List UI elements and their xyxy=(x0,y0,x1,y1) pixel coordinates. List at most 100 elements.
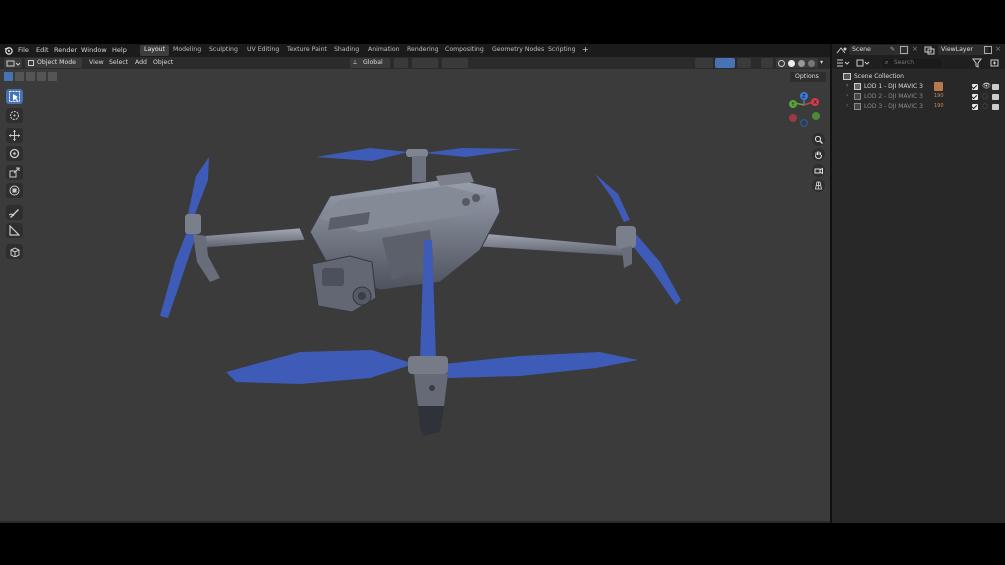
menu-view[interactable]: View xyxy=(89,59,104,66)
menu-edit[interactable]: Edit xyxy=(36,46,49,54)
pivot-point-button[interactable] xyxy=(394,58,408,68)
display-mode-button[interactable] xyxy=(856,58,870,68)
modifier-badge-icon xyxy=(934,82,943,91)
proportional-edit-button[interactable] xyxy=(442,58,468,68)
drone-model[interactable] xyxy=(140,140,700,440)
view-layer-name: ViewLayer xyxy=(941,46,973,53)
eye-icon[interactable]: 👁 xyxy=(982,82,991,90)
scene-collection-row[interactable]: Scene Collection xyxy=(836,72,1003,82)
render-camera-icon[interactable] xyxy=(992,104,999,110)
scene-header: Scene ✎ × ViewLayer × ⌕ Search xyxy=(832,44,1005,69)
wireframe-shading-icon[interactable] xyxy=(778,59,785,67)
mode-dropdown[interactable]: Object Mode xyxy=(25,58,82,68)
delete-view-layer-icon[interactable]: × xyxy=(995,45,1001,53)
solid-shading-icon[interactable] xyxy=(788,59,795,67)
exclude-checkbox[interactable] xyxy=(972,94,978,100)
expand-chevron-icon[interactable]: › xyxy=(846,102,848,109)
annotate-tool[interactable] xyxy=(6,205,23,220)
new-view-layer-button[interactable] xyxy=(984,46,992,54)
filter-icon[interactable] xyxy=(972,58,984,68)
outliner-panel xyxy=(832,69,1005,523)
add-cube-tool[interactable] xyxy=(6,244,23,259)
object-icon xyxy=(854,83,861,90)
tab-modeling[interactable]: Modeling xyxy=(169,45,205,56)
exclude-checkbox[interactable] xyxy=(972,84,978,90)
material-shading-icon[interactable] xyxy=(798,59,805,67)
tab-compositing[interactable]: Compositing xyxy=(441,45,488,56)
expand-chevron-icon[interactable]: › xyxy=(846,82,848,89)
snap-button[interactable] xyxy=(412,58,438,68)
select-extend-icon[interactable] xyxy=(15,72,24,81)
scale-tool[interactable] xyxy=(6,165,23,180)
editor-type-button[interactable] xyxy=(4,58,22,68)
cursor-tool[interactable] xyxy=(6,108,23,123)
camera-view-button[interactable] xyxy=(812,164,825,177)
measure-tool[interactable] xyxy=(6,223,23,238)
rotate-tool[interactable] xyxy=(6,146,23,161)
tab-texture-paint[interactable]: Texture Paint xyxy=(283,45,331,56)
pin-icon[interactable]: ✎ xyxy=(890,46,895,53)
delete-scene-icon[interactable]: × xyxy=(912,45,918,53)
move-tool[interactable] xyxy=(6,128,23,143)
select-invert-icon[interactable] xyxy=(37,72,46,81)
exclude-checkbox[interactable] xyxy=(972,104,978,110)
visibility-button[interactable] xyxy=(695,58,713,68)
gizmo-toggle-button[interactable] xyxy=(715,58,735,68)
options-button[interactable]: Options xyxy=(790,72,826,82)
outliner-item-lod3[interactable]: › LOD 3 - DJI MAVIC 3 190 ◌ xyxy=(836,102,1003,112)
lod3-badge: 190 xyxy=(934,103,944,109)
view-layer-selector[interactable]: ViewLayer xyxy=(938,45,988,55)
select-box-tool[interactable] xyxy=(6,89,23,104)
add-workspace-button[interactable]: + xyxy=(582,45,589,54)
tab-animation[interactable]: Animation xyxy=(364,45,404,56)
shading-dropdown-chevron[interactable]: ▾ xyxy=(820,59,823,66)
shading-modes[interactable] xyxy=(776,58,818,68)
view-layer-icon[interactable] xyxy=(924,46,936,55)
scene-icon[interactable] xyxy=(836,46,848,55)
tab-scripting[interactable]: Scripting xyxy=(544,45,580,56)
menu-add[interactable]: Add xyxy=(135,59,147,66)
render-camera-icon[interactable] xyxy=(992,94,999,100)
menu-select[interactable]: Select xyxy=(109,59,128,66)
overlay-toggle-button[interactable] xyxy=(737,58,751,68)
render-camera-icon[interactable] xyxy=(992,84,999,90)
select-intersect-icon[interactable] xyxy=(48,72,57,81)
menu-render[interactable]: Render xyxy=(54,46,77,54)
menu-file[interactable]: File xyxy=(18,46,29,54)
tab-geometry-nodes[interactable]: Geometry Nodes xyxy=(488,45,548,56)
zoom-view-button[interactable] xyxy=(812,133,825,146)
gizmo-z-label: Z xyxy=(802,94,806,100)
outliner-editor-type-button[interactable] xyxy=(836,58,850,68)
tab-shading[interactable]: Shading xyxy=(330,45,363,56)
outliner-search-field[interactable]: ⌕ Search xyxy=(882,59,942,68)
outliner-item-lod2[interactable]: › LOD 2 - DJI MAVIC 3 190 ◌ xyxy=(836,92,1003,102)
pan-view-hand-icon[interactable] xyxy=(812,148,825,161)
tab-layout[interactable]: Layout xyxy=(140,45,170,56)
orientation-icon: ⟂ xyxy=(353,59,358,66)
object-icon xyxy=(854,93,861,100)
tab-sculpting[interactable]: Sculpting xyxy=(205,45,242,56)
outliner-item-lod1[interactable]: › LOD 1 - DJI MAVIC 3 👁 xyxy=(836,82,1003,92)
tab-rendering[interactable]: Rendering xyxy=(403,45,443,56)
new-scene-button[interactable] xyxy=(900,46,908,54)
navigation-gizmo[interactable]: Z Y X xyxy=(784,90,826,128)
viewport-header: Object Mode View Select Add Object ⟂ Glo… xyxy=(0,57,830,69)
perspective-toggle-grid-icon[interactable] xyxy=(812,179,825,192)
viewport-border xyxy=(0,521,830,523)
tab-uv-editing[interactable]: UV Editing xyxy=(243,45,283,56)
transform-tool[interactable] xyxy=(6,183,23,198)
select-subtract-icon[interactable] xyxy=(26,72,35,81)
select-new-icon[interactable] xyxy=(4,72,13,81)
blender-logo-icon[interactable] xyxy=(4,46,13,57)
menu-object[interactable]: Object xyxy=(153,59,173,66)
menu-help[interactable]: Help xyxy=(112,46,127,54)
xray-toggle-button[interactable] xyxy=(761,58,773,68)
eye-hidden-icon[interactable]: ◌ xyxy=(982,102,988,110)
new-collection-icon[interactable] xyxy=(990,58,1000,68)
eye-hidden-icon[interactable]: ◌ xyxy=(982,92,988,100)
menu-window[interactable]: Window xyxy=(81,46,107,54)
expand-chevron-icon[interactable]: › xyxy=(846,92,848,99)
transform-orientation-dropdown[interactable]: ⟂ Global xyxy=(350,58,390,68)
rendered-shading-icon[interactable] xyxy=(808,59,815,67)
lod2-label: LOD 2 - DJI MAVIC 3 xyxy=(864,93,923,100)
